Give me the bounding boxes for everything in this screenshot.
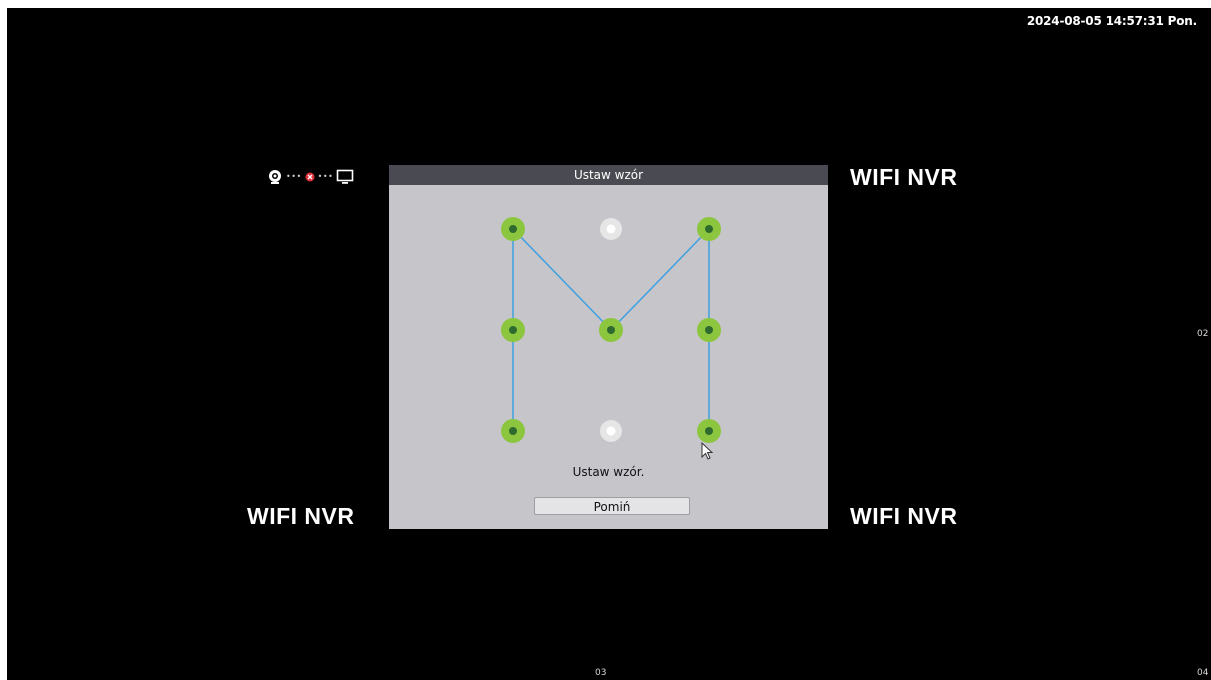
pattern-dot-1[interactable] (501, 217, 525, 241)
nvr-screen: 2024-08-05 14:57:31 Pon. ••• ••• WIFI NV… (7, 8, 1211, 680)
pattern-line (610, 228, 710, 331)
link-dots-left: ••• (286, 172, 302, 181)
ch3-number: 03 (595, 668, 607, 678)
pattern-dot-6[interactable] (697, 318, 721, 342)
pattern-grid[interactable] (389, 185, 828, 455)
camera-icon (269, 170, 281, 184)
pattern-dot-9[interactable] (697, 419, 721, 443)
ch4-number: 04 (1197, 668, 1209, 678)
mouse-pointer-icon (701, 442, 714, 460)
pattern-dot-4[interactable] (501, 318, 525, 342)
dialog-title: Ustaw wzór (389, 165, 828, 185)
monitor-icon (337, 169, 354, 184)
disconnected-icon (305, 172, 315, 182)
pattern-dot-7[interactable] (501, 419, 525, 443)
link-dots-right: ••• (317, 172, 334, 181)
pattern-hint: Ustaw wzór. (572, 465, 645, 479)
skip-button[interactable]: Pomiń (534, 497, 690, 515)
pattern-dot-5[interactable] (599, 318, 623, 342)
pattern-dot-2[interactable] (600, 218, 622, 240)
datetime-display: 2024-08-05 14:57:31 Pon. (1026, 14, 1197, 28)
pattern-line (512, 228, 612, 331)
pattern-dot-8[interactable] (600, 420, 622, 442)
pattern-dialog: Ustaw wzór Ustaw wzór. Pomiń (389, 165, 828, 529)
ch2-brand-label: WIFI NVR (850, 164, 958, 190)
connection-status: ••• ••• (267, 169, 354, 185)
ch2-number: 02 (1197, 329, 1209, 339)
ch1-brand-label: WIFI NVR (247, 503, 355, 529)
ch4-brand-label: WIFI NVR (850, 503, 958, 529)
pattern-dot-3[interactable] (697, 217, 721, 241)
